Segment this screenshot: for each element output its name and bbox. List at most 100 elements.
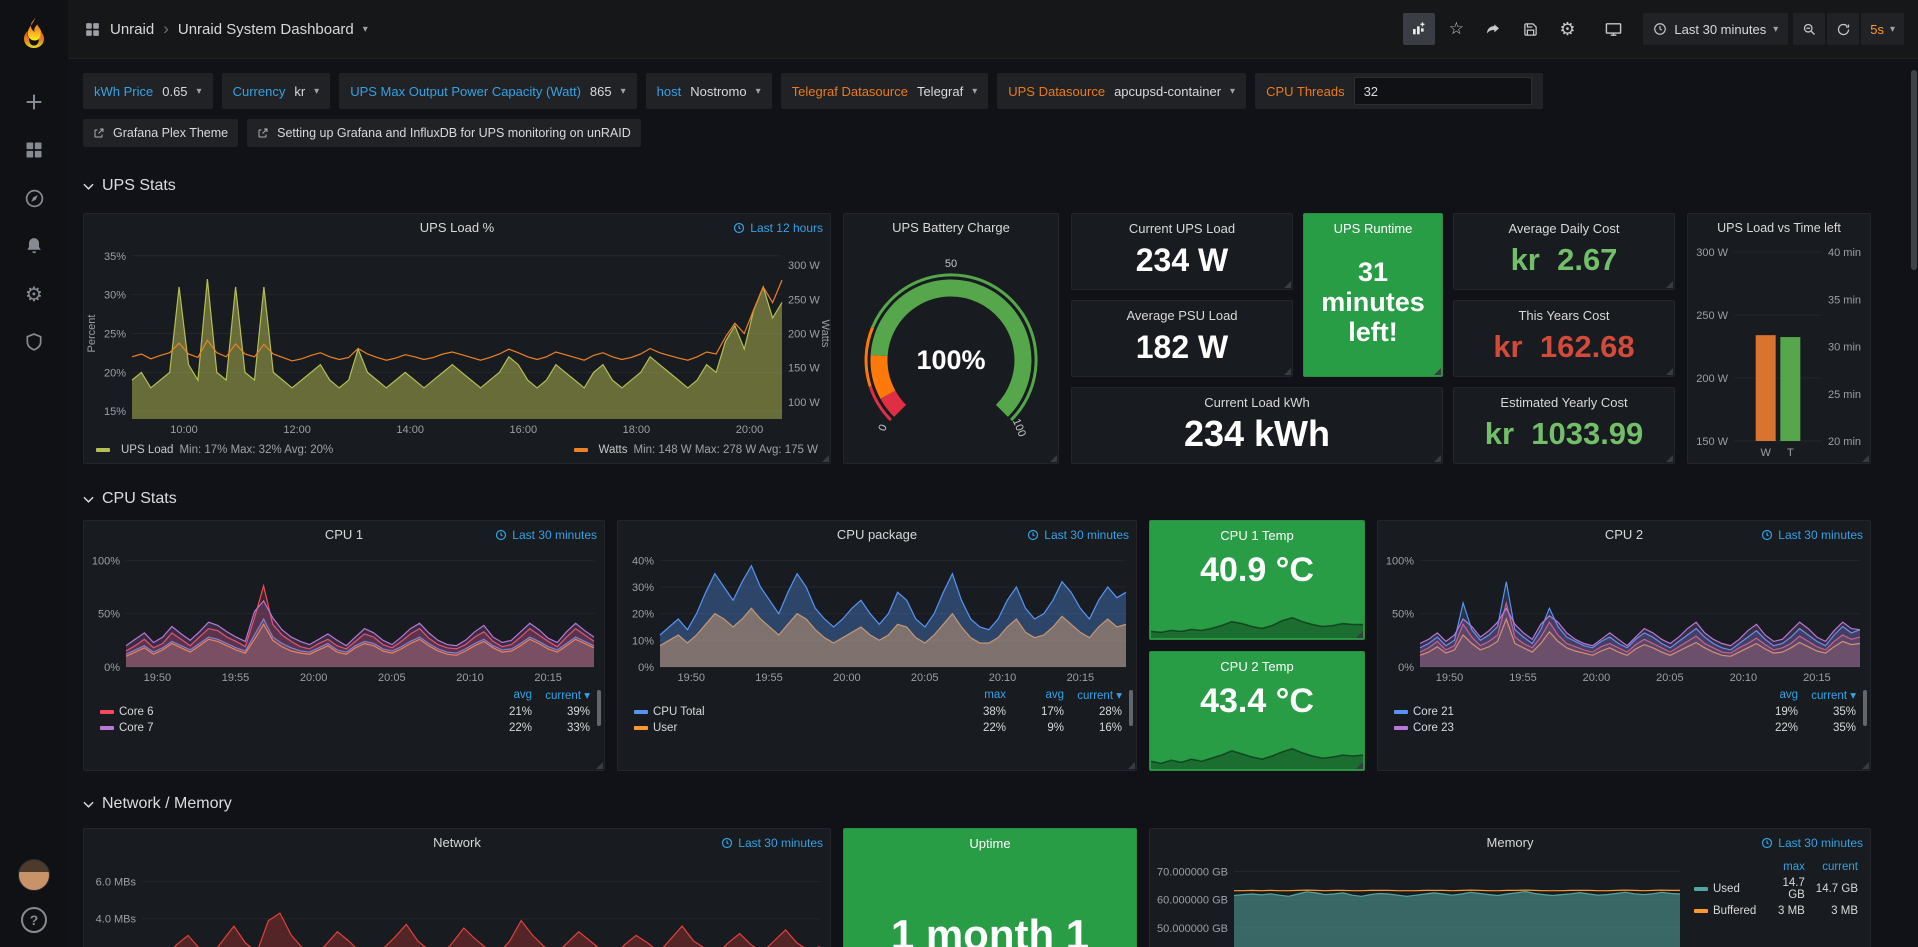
- variable-input[interactable]: 32: [1354, 77, 1532, 105]
- legend-value: 14.7 GB: [1760, 875, 1809, 903]
- legend-value: 22%: [478, 720, 536, 736]
- chevron-down-icon: ▾: [972, 86, 977, 97]
- panel-title[interactable]: Current Load kWh: [1072, 395, 1442, 410]
- temp-sparkline: [1151, 612, 1363, 638]
- dashboard-link[interactable]: Setting up Grafana and InfluxDB for UPS …: [247, 119, 641, 147]
- dashboards-icon[interactable]: [11, 126, 57, 174]
- dashboard-link[interactable]: Grafana Plex Theme: [83, 119, 238, 147]
- legend-series[interactable]: Used: [1690, 875, 1760, 903]
- dashboard-settings-button[interactable]: ⚙: [1551, 13, 1583, 45]
- legend-series[interactable]: Core 7: [96, 720, 478, 736]
- time-range-picker[interactable]: Last 30 minutes ▾: [1643, 13, 1788, 45]
- grafana-logo-icon[interactable]: [11, 10, 57, 56]
- chevron-down-icon: ▾: [197, 86, 202, 97]
- legend-scrollbar[interactable]: [597, 690, 601, 726]
- legend-series[interactable]: User: [630, 720, 952, 736]
- page-scrollbar[interactable]: [1911, 70, 1917, 270]
- panel-title[interactable]: CPU 1 Temp: [1150, 528, 1364, 543]
- series-stats: Min: 17% Max: 32% Avg: 20%: [179, 444, 333, 456]
- ups-load-chart[interactable]: 15%20%25%30%35%100 W150 W200 W250 W300 W…: [84, 242, 830, 437]
- help-icon[interactable]: ?: [21, 907, 47, 933]
- memory-chart[interactable]: 50.000000 GB60.000000 GB70.000000 GB: [1150, 857, 1690, 947]
- variable-label: Telegraf Datasource: [792, 84, 908, 99]
- panel-title[interactable]: UPS Runtime: [1304, 221, 1442, 236]
- share-button[interactable]: [1477, 13, 1509, 45]
- save-button[interactable]: [1514, 13, 1546, 45]
- svg-text:300 W: 300 W: [788, 260, 820, 272]
- legend-series[interactable]: CPU Total: [630, 704, 952, 720]
- star-button[interactable]: ☆: [1440, 13, 1472, 45]
- variable-ups-datasource[interactable]: UPS Datasourceapcupsd-container▾: [997, 73, 1246, 109]
- legend-series[interactable]: Core 6: [96, 704, 478, 720]
- panel-title[interactable]: Estimated Yearly Cost: [1454, 395, 1674, 410]
- svg-text:250 W: 250 W: [788, 294, 820, 306]
- cpu1-chart[interactable]: 0%50%100%19:5019:5520:0020:0520:1020:15: [84, 549, 604, 685]
- refresh-button[interactable]: [1827, 13, 1859, 45]
- chevron-down-icon[interactable]: ▾: [363, 24, 368, 35]
- legend-sort-current[interactable]: current ▾: [1802, 686, 1860, 704]
- legend-sort-max[interactable]: max: [952, 686, 1010, 704]
- panel-cpu-1: CPU 1 Last 30 minutes 0%50%100%19:5019:5…: [83, 520, 605, 771]
- legend-sort-current[interactable]: current ▾: [536, 686, 594, 704]
- panel-title[interactable]: Average PSU Load: [1072, 308, 1292, 323]
- refresh-interval-picker[interactable]: 5s ▾: [1861, 13, 1904, 45]
- legend-sort-avg[interactable]: avg: [1744, 686, 1802, 704]
- panel-title[interactable]: Network: [84, 829, 830, 857]
- legend-series[interactable]: Buffered: [1690, 903, 1760, 919]
- chevron-down-icon: ▾: [1230, 86, 1235, 97]
- section-header-cpu-stats[interactable]: CPU Stats: [83, 486, 1871, 512]
- time-range-badge: Last 30 minutes: [1761, 836, 1863, 850]
- legend-sort-avg[interactable]: avg: [478, 686, 536, 704]
- explore-compass-icon[interactable]: [11, 174, 57, 222]
- panel-title[interactable]: UPS Battery Charge: [844, 214, 1058, 242]
- legend-scrollbar[interactable]: [1863, 690, 1867, 726]
- add-panel-button[interactable]: [1403, 13, 1435, 45]
- panel-title[interactable]: Average Daily Cost: [1454, 221, 1674, 236]
- legend-series[interactable]: Core 21: [1390, 704, 1744, 720]
- ups-load-time-bars[interactable]: 150 W200 W250 W300 W20 min25 min30 min35…: [1688, 242, 1870, 461]
- zoom-out-button[interactable]: [1793, 13, 1825, 45]
- variable-kwh-price[interactable]: kWh Price0.65▾: [83, 73, 213, 109]
- section-header-ups-stats[interactable]: UPS Stats: [83, 173, 1871, 199]
- panel-title[interactable]: UPS Load %: [84, 214, 830, 242]
- panel-title[interactable]: UPS Load vs Time left: [1688, 214, 1870, 242]
- configuration-gear-icon[interactable]: ⚙: [11, 270, 57, 318]
- network-chart[interactable]: 2.0 MBs4.0 MBs6.0 MBs: [84, 857, 830, 947]
- legend-series[interactable]: UPS LoadMin: 17% Max: 32% Avg: 20%: [96, 444, 333, 456]
- svg-text:20%: 20%: [632, 609, 654, 621]
- series-color-dash: [1694, 909, 1708, 913]
- legend-scrollbar[interactable]: [1129, 690, 1133, 726]
- server-admin-shield-icon[interactable]: [11, 318, 57, 366]
- variable-label: UPS Max Output Power Capacity (Watt): [350, 84, 581, 99]
- panel-title[interactable]: Uptime: [844, 836, 1136, 851]
- legend-sort-current[interactable]: current ▾: [1068, 686, 1126, 704]
- alerting-bell-icon[interactable]: [11, 222, 57, 270]
- create-plus-icon[interactable]: [11, 78, 57, 126]
- user-avatar[interactable]: [18, 859, 50, 891]
- panel-title[interactable]: CPU 2 Temp: [1150, 659, 1364, 674]
- variable-value: 865: [590, 84, 612, 99]
- variable-currency[interactable]: Currencykr▾: [222, 73, 331, 109]
- legend-sort-current[interactable]: current: [1809, 859, 1862, 875]
- legend-sort-max[interactable]: max: [1760, 859, 1809, 875]
- svg-text:100%: 100%: [916, 345, 985, 375]
- cpu-package-chart[interactable]: 0%10%20%30%40%19:5019:5520:0020:0520:102…: [618, 549, 1136, 685]
- variable-cpu-threads[interactable]: CPU Threads32: [1255, 73, 1543, 109]
- svg-text:20:05: 20:05: [378, 672, 406, 684]
- legend-series[interactable]: WattsMin: 148 W Max: 278 W Avg: 175 W: [574, 444, 818, 456]
- legend-sort-avg[interactable]: avg: [1010, 686, 1068, 704]
- breadcrumb-dashboard-title[interactable]: Unraid System Dashboard: [178, 21, 354, 38]
- variable-host[interactable]: hostNostromo▾: [646, 73, 772, 109]
- panel-title[interactable]: Current UPS Load: [1072, 221, 1292, 236]
- section-header-network-memory[interactable]: Network / Memory: [83, 791, 1871, 817]
- panel-title[interactable]: This Years Cost: [1454, 308, 1674, 323]
- breadcrumb-folder[interactable]: Unraid: [110, 21, 154, 38]
- stat-value: 40.9 °C: [1150, 551, 1364, 590]
- cycle-view-mode-button[interactable]: [1597, 13, 1629, 45]
- apps-grid-icon[interactable]: [84, 21, 101, 38]
- legend-series[interactable]: Core 23: [1390, 720, 1744, 736]
- variable-ups-max-output-power-capacity-watt[interactable]: UPS Max Output Power Capacity (Watt)865▾: [339, 73, 636, 109]
- cpu2-chart[interactable]: 0%50%100%19:5019:5520:0020:0520:1020:15: [1378, 549, 1870, 685]
- variable-telegraf-datasource[interactable]: Telegraf DatasourceTelegraf▾: [781, 73, 989, 109]
- svg-text:150 W: 150 W: [1696, 436, 1728, 448]
